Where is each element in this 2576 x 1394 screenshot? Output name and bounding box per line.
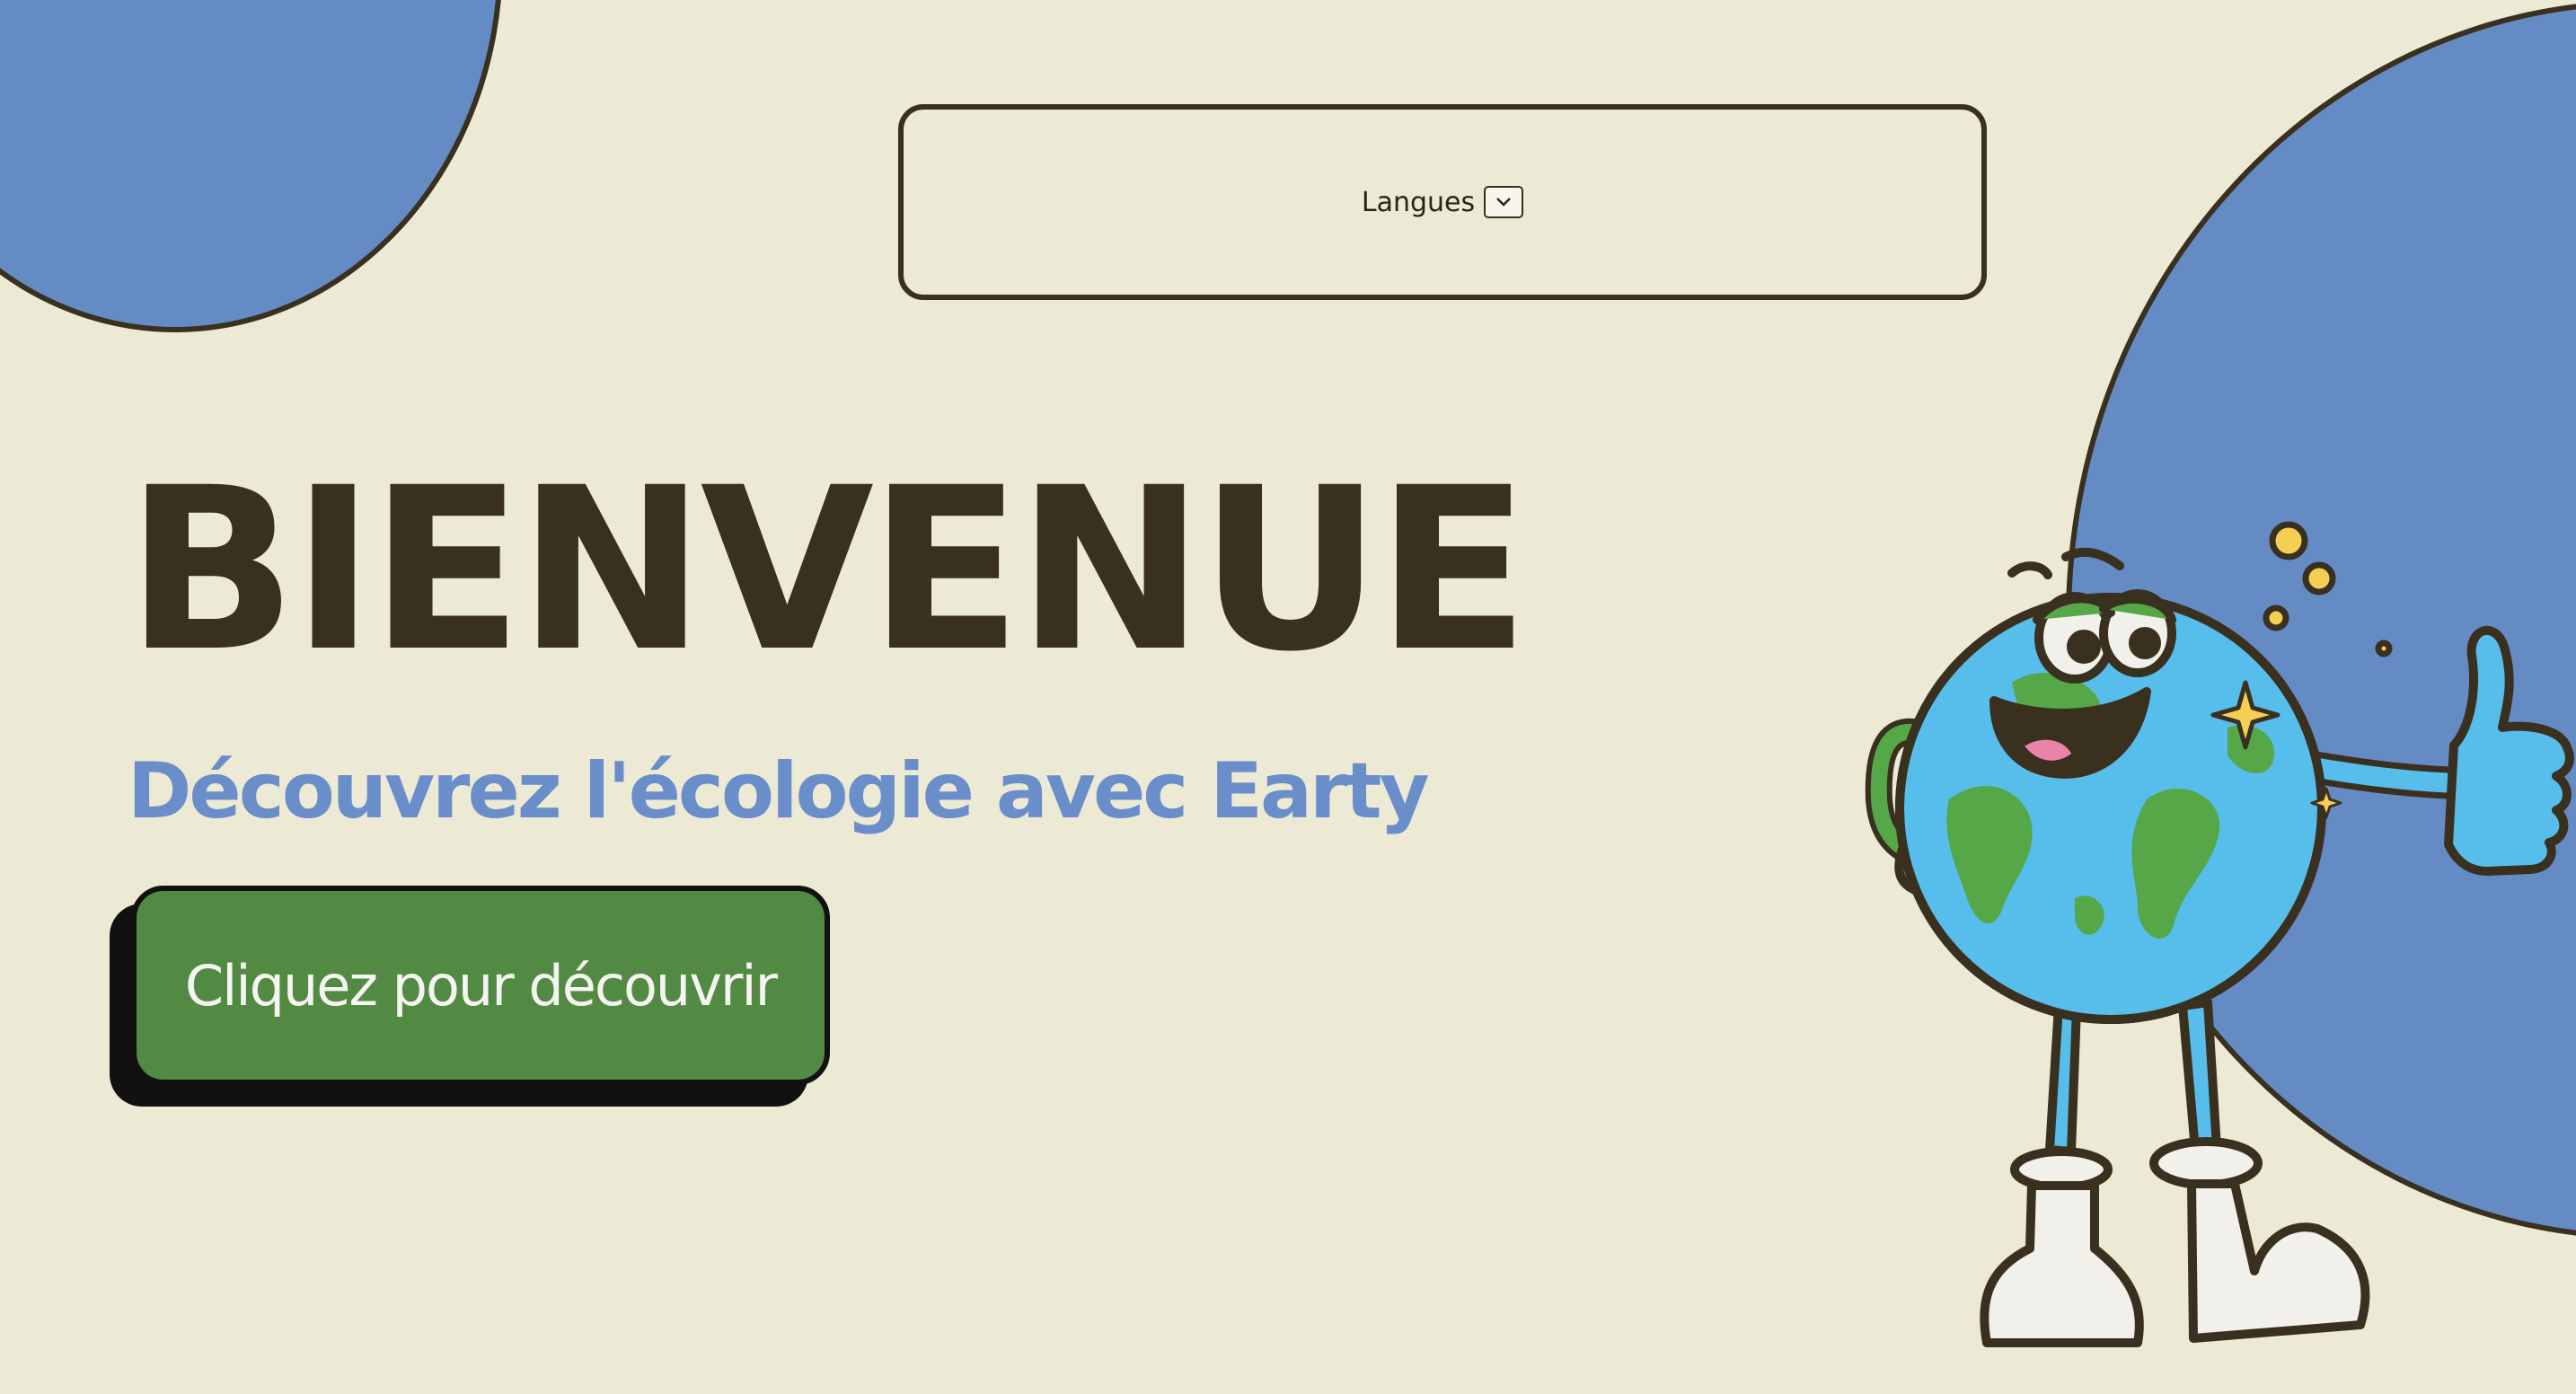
page-title: BIENVENUE — [126, 439, 1530, 701]
language-label: Langues — [1361, 186, 1476, 218]
landing-page: Langues BIENVENUE Découvrez l'écologie a… — [0, 0, 2576, 1394]
chevron-down-icon — [1496, 198, 1512, 207]
page-subtitle: Découvrez l'écologie avec Earty — [128, 746, 1430, 836]
language-selector-panel: Langues — [898, 104, 1987, 300]
earth-globe-mascot-icon — [1865, 521, 2574, 1347]
discover-button[interactable]: Cliquez pour découvrir — [131, 886, 830, 1085]
decorative-blue-circle-top-left — [0, 0, 503, 332]
language-dropdown[interactable] — [1484, 186, 1524, 218]
